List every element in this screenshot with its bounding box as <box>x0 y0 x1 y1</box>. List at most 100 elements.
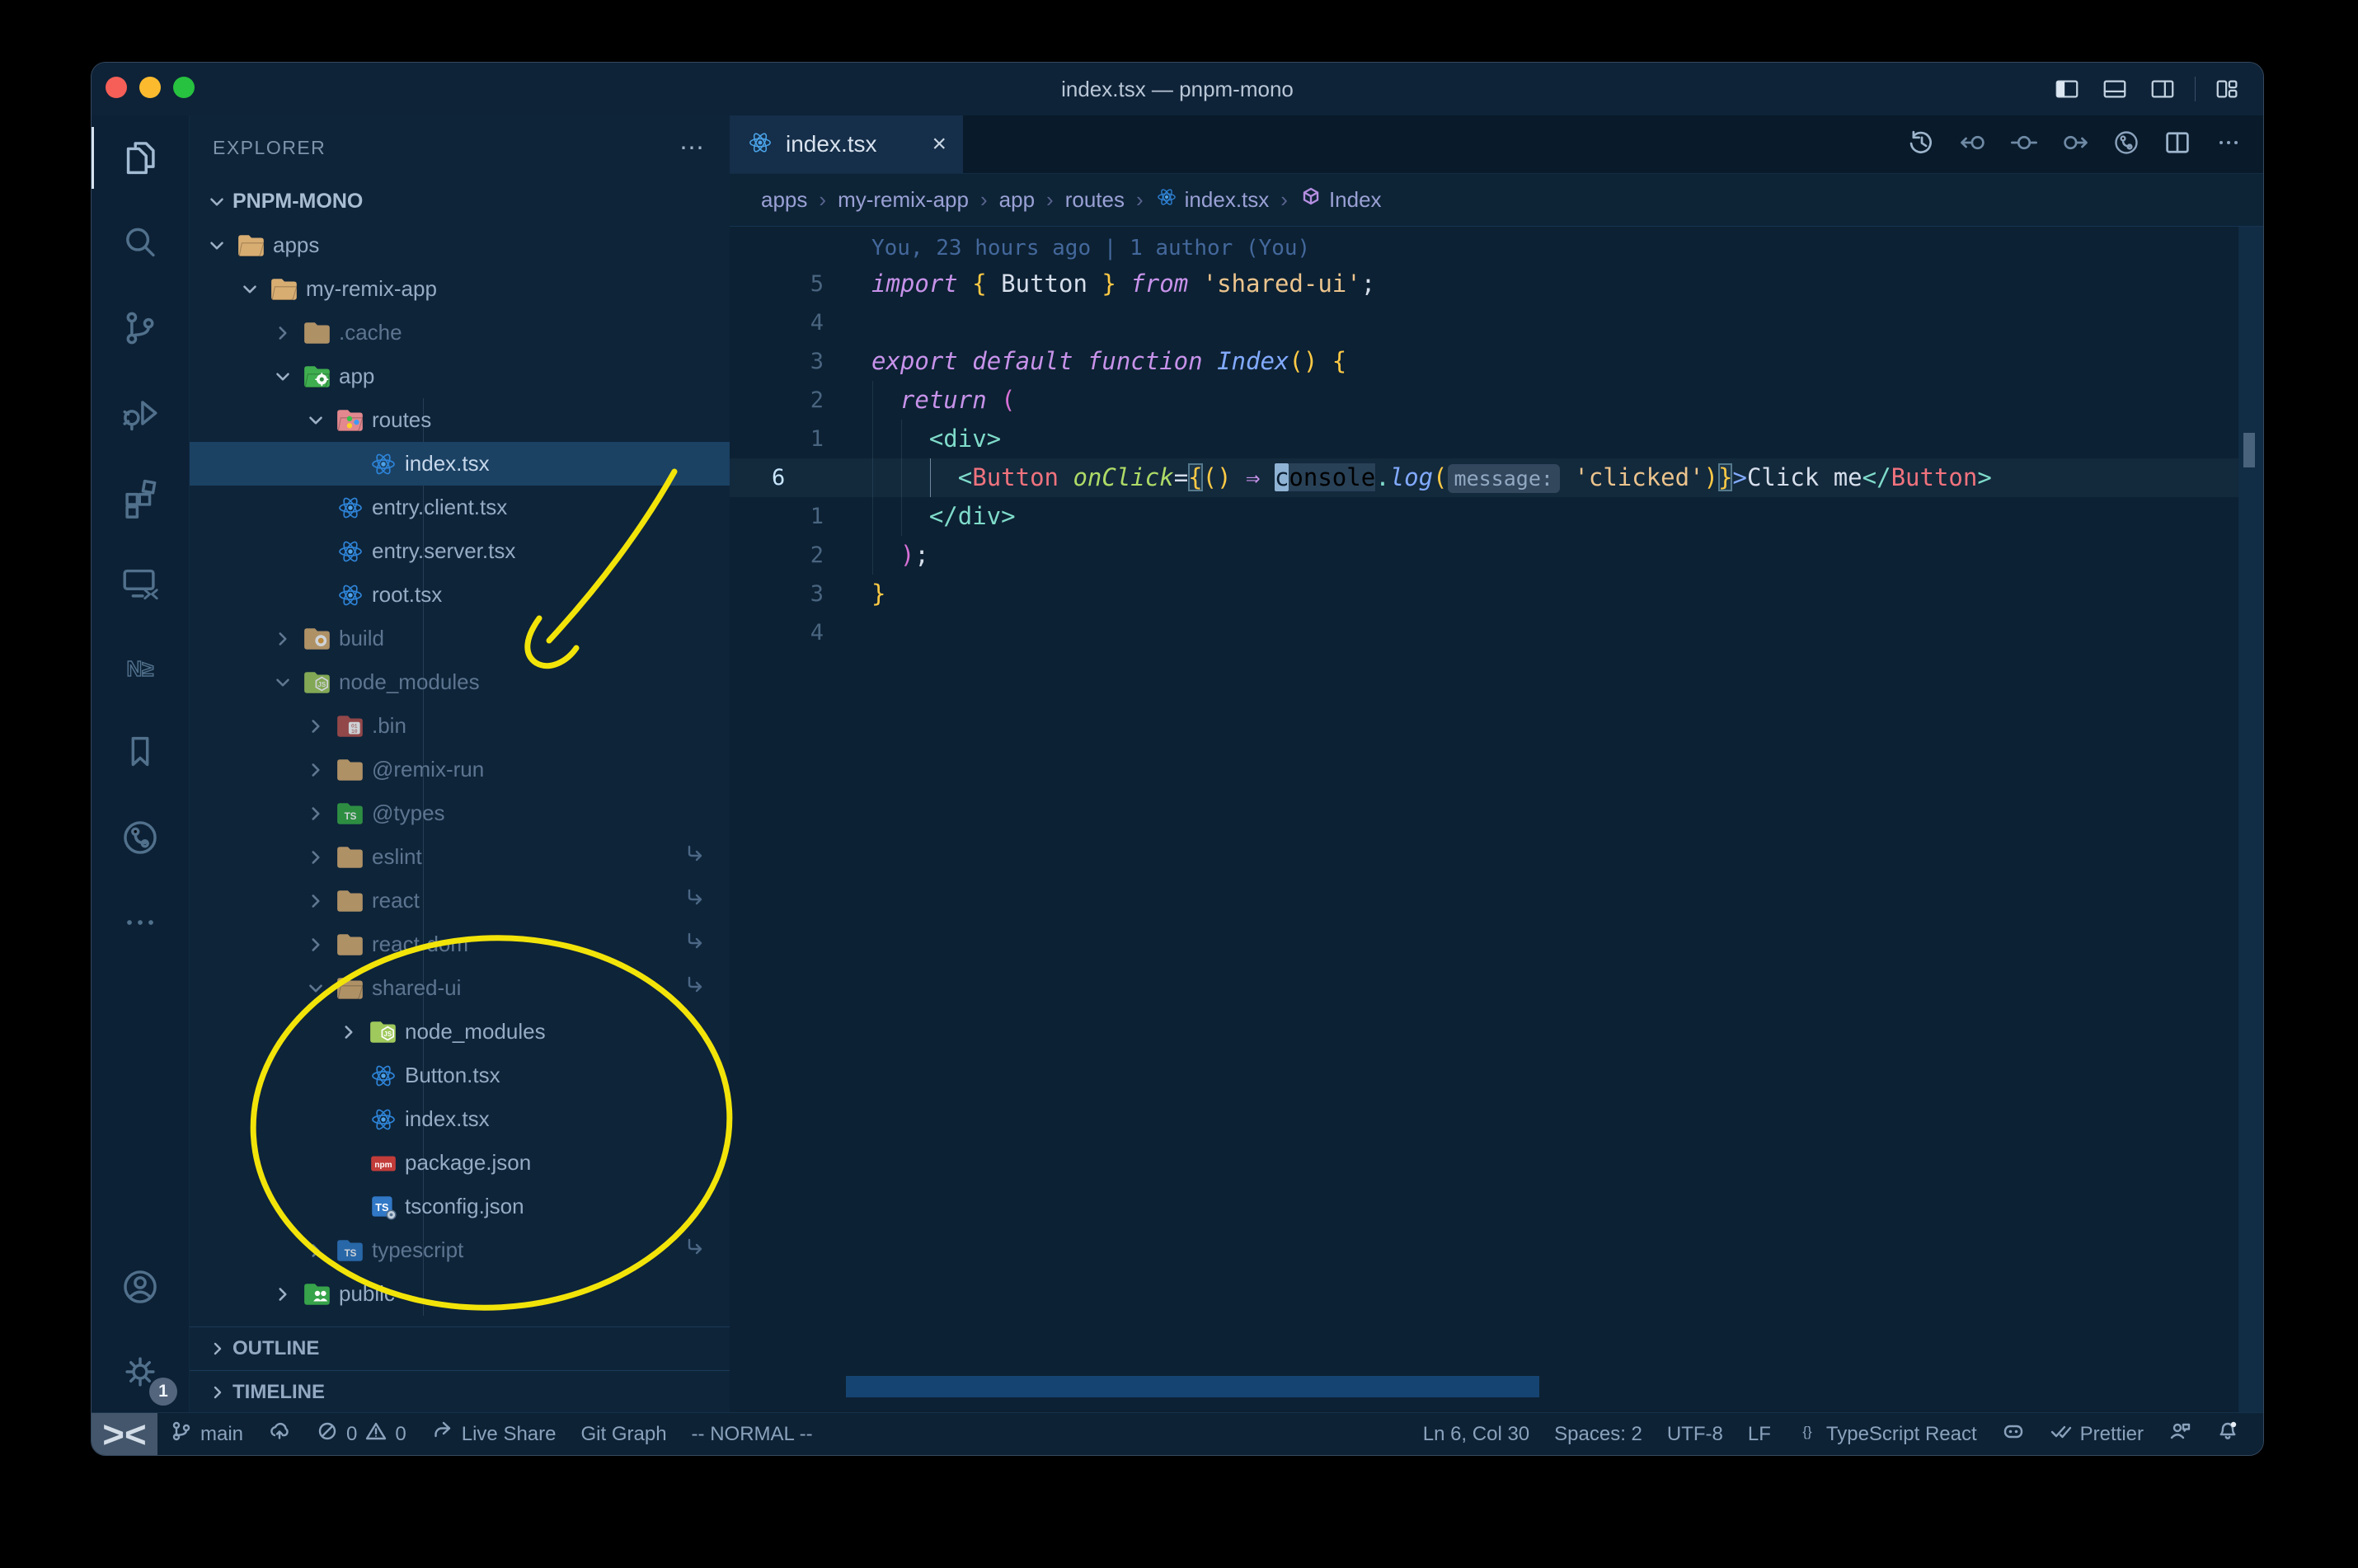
code-editor[interactable]: You, 23 hours ago | 1 author (You) 5impo… <box>730 227 2264 1414</box>
split-editor-icon[interactable] <box>2163 128 2192 162</box>
status-cursor-position[interactable]: Ln 6, Col 30 <box>1411 1413 1542 1455</box>
status-language-mode[interactable]: {}TypeScript React <box>1783 1413 1989 1455</box>
tree-item-node-modules[interactable]: JSnode_modules <box>190 1010 730 1054</box>
code-line[interactable]: 5import { Button } from 'shared-ui'; <box>730 265 2264 303</box>
activity-source-control-icon[interactable] <box>92 285 189 370</box>
toggle-secondary-sidebar-icon[interactable] <box>2147 75 2178 103</box>
status-eol[interactable]: LF <box>1736 1413 1783 1455</box>
tree-item-entry-client-tsx[interactable]: entry.client.tsx <box>190 486 730 529</box>
customize-layout-icon[interactable] <box>2212 75 2243 103</box>
status-formatter-prettier[interactable]: Prettier <box>2037 1413 2156 1455</box>
activity-git-graph-icon[interactable] <box>92 795 189 880</box>
git-graph-icon[interactable] <box>2111 128 2141 162</box>
status-indentation[interactable]: Spaces: 2 <box>1542 1413 1655 1455</box>
status-label: main <box>200 1423 243 1446</box>
status-live-share[interactable]: Live Share <box>419 1413 569 1455</box>
tree-item-package-json[interactable]: npmpackage.json <box>190 1141 730 1185</box>
code-line[interactable]: 3export default function Index() { <box>730 342 2264 381</box>
more-actions-icon[interactable] <box>2214 128 2243 162</box>
remote-indicator[interactable]: >< <box>92 1413 157 1455</box>
tree-item-index-tsx[interactable]: index.tsx <box>190 1097 730 1141</box>
tree-item--types[interactable]: TS@types <box>190 791 730 835</box>
navigate-location-icon[interactable] <box>2009 128 2039 162</box>
horizontal-scrollbar[interactable] <box>846 1376 1539 1397</box>
tree-item-my-remix-app[interactable]: my-remix-app <box>190 267 730 311</box>
code-line-text: } <box>837 575 885 613</box>
navigate-forward-icon[interactable] <box>2060 128 2090 162</box>
code-token: > <box>1977 463 1991 491</box>
code-line[interactable]: 2 ); <box>730 536 2264 575</box>
editor-group: index.tsx × apps›my-remix-app›app›routes… <box>730 115 2264 1414</box>
breadcrumb-routes[interactable]: routes <box>1065 187 1125 213</box>
tree-item-tsconfig-json[interactable]: TStsconfig.json <box>190 1185 730 1228</box>
tree-item--remix-run[interactable]: @remix-run <box>190 748 730 791</box>
status-encoding[interactable]: UTF-8 <box>1655 1413 1736 1455</box>
status-git-graph-status[interactable]: Git Graph <box>569 1413 679 1455</box>
tree-item-apps[interactable]: apps <box>190 223 730 267</box>
breadcrumb-app[interactable]: app <box>999 187 1035 213</box>
activity-nx-console-icon[interactable]: N≥ <box>92 625 189 710</box>
tree-item-button-tsx[interactable]: Button.tsx <box>190 1054 730 1097</box>
status-copilot[interactable] <box>1989 1413 2037 1455</box>
code-token: ( <box>1433 463 1447 491</box>
code-line[interactable]: 4 <box>730 613 2264 652</box>
breadcrumb-my-remix-app[interactable]: my-remix-app <box>838 187 969 213</box>
activity-remote-explorer-icon[interactable] <box>92 540 189 625</box>
explorer-more-actions-icon[interactable]: ⋯ <box>679 134 707 162</box>
workspace-root-row[interactable]: PNPM-MONO <box>190 180 730 223</box>
tree-item-label: entry.client.tsx <box>372 495 507 520</box>
activity-extensions-icon[interactable] <box>92 455 189 540</box>
tree-item-entry-server-tsx[interactable]: entry.server.tsx <box>190 529 730 573</box>
activity-more-views-icon[interactable] <box>92 880 189 965</box>
chevron-down-icon <box>299 404 332 437</box>
breadcrumb-index.tsx[interactable]: index.tsx <box>1155 186 1270 214</box>
code-line[interactable]: 3} <box>730 575 2264 613</box>
breadcrumb-index[interactable]: Index <box>1299 186 1382 214</box>
activity-search-icon[interactable] <box>92 200 189 285</box>
close-tab-icon[interactable]: × <box>932 132 946 157</box>
toggle-primary-sidebar-icon[interactable] <box>2051 75 2083 103</box>
tree-item-shared-ui[interactable]: shared-ui <box>190 966 730 1010</box>
tree-item-typescript[interactable]: TStypescript <box>190 1228 730 1272</box>
activity-accounts-icon[interactable] <box>92 1244 189 1329</box>
navigate-back-icon[interactable] <box>1958 128 1988 162</box>
toggle-panel-icon[interactable] <box>2099 75 2130 103</box>
vertical-scrollbar[interactable] <box>2238 227 2263 1414</box>
status-feedback[interactable] <box>2156 1413 2204 1455</box>
status-sync-changes[interactable] <box>256 1413 303 1455</box>
activity-run-and-debug-icon[interactable] <box>92 370 189 455</box>
tree-item-build[interactable]: build <box>190 617 730 660</box>
tree-item--cache[interactable]: .cache <box>190 311 730 354</box>
tree-item--bin[interactable]: 0110.bin <box>190 704 730 748</box>
outline-section[interactable]: OUTLINE <box>190 1326 730 1370</box>
tree-item-app[interactable]: app <box>190 354 730 398</box>
tree-item-react-dom[interactable]: react-dom <box>190 922 730 966</box>
titlebar[interactable]: index.tsx — pnpm-mono <box>92 63 2263 116</box>
folder-build-icon <box>299 622 336 655</box>
status-bar-left: main 00Live ShareGit Graph-- NORMAL -- <box>157 1413 825 1455</box>
tree-item-eslint[interactable]: eslint <box>190 835 730 879</box>
status-problems[interactable]: 00 <box>303 1413 419 1455</box>
activity-bookmarks-icon[interactable] <box>92 710 189 795</box>
code-line-current[interactable]: 6 <Button onClick={() ⇒ console.log(mess… <box>730 458 2264 497</box>
code-token: > <box>1732 463 1746 491</box>
tab-index-tsx[interactable]: index.tsx × <box>730 115 963 173</box>
svg-text:N≥: N≥ <box>126 656 153 681</box>
breadcrumb-apps[interactable]: apps <box>761 187 807 213</box>
code-line[interactable]: 1 <div> <box>730 420 2264 458</box>
tree-item-root-tsx[interactable]: root.tsx <box>190 573 730 617</box>
tree-item-node-modules[interactable]: JSnode_modules <box>190 660 730 704</box>
timeline-history-icon[interactable] <box>1907 128 1937 162</box>
code-line[interactable]: 1 </div> <box>730 497 2264 536</box>
code-line[interactable]: 4 <box>730 303 2264 342</box>
status-vim-mode[interactable]: -- NORMAL -- <box>679 1413 825 1455</box>
status-notifications[interactable] <box>2204 1413 2252 1455</box>
code-line[interactable]: 2 return ( <box>730 381 2264 420</box>
tree-item-public[interactable]: public <box>190 1272 730 1316</box>
tree-item-index-tsx[interactable]: index.tsx <box>190 442 730 486</box>
timeline-section[interactable]: TIMELINE <box>190 1370 730 1414</box>
tree-item-react[interactable]: react <box>190 879 730 922</box>
tree-item-routes[interactable]: routes <box>190 398 730 442</box>
status-branch-indicator[interactable]: main <box>157 1413 256 1455</box>
activity-explorer-icon[interactable] <box>92 115 189 200</box>
